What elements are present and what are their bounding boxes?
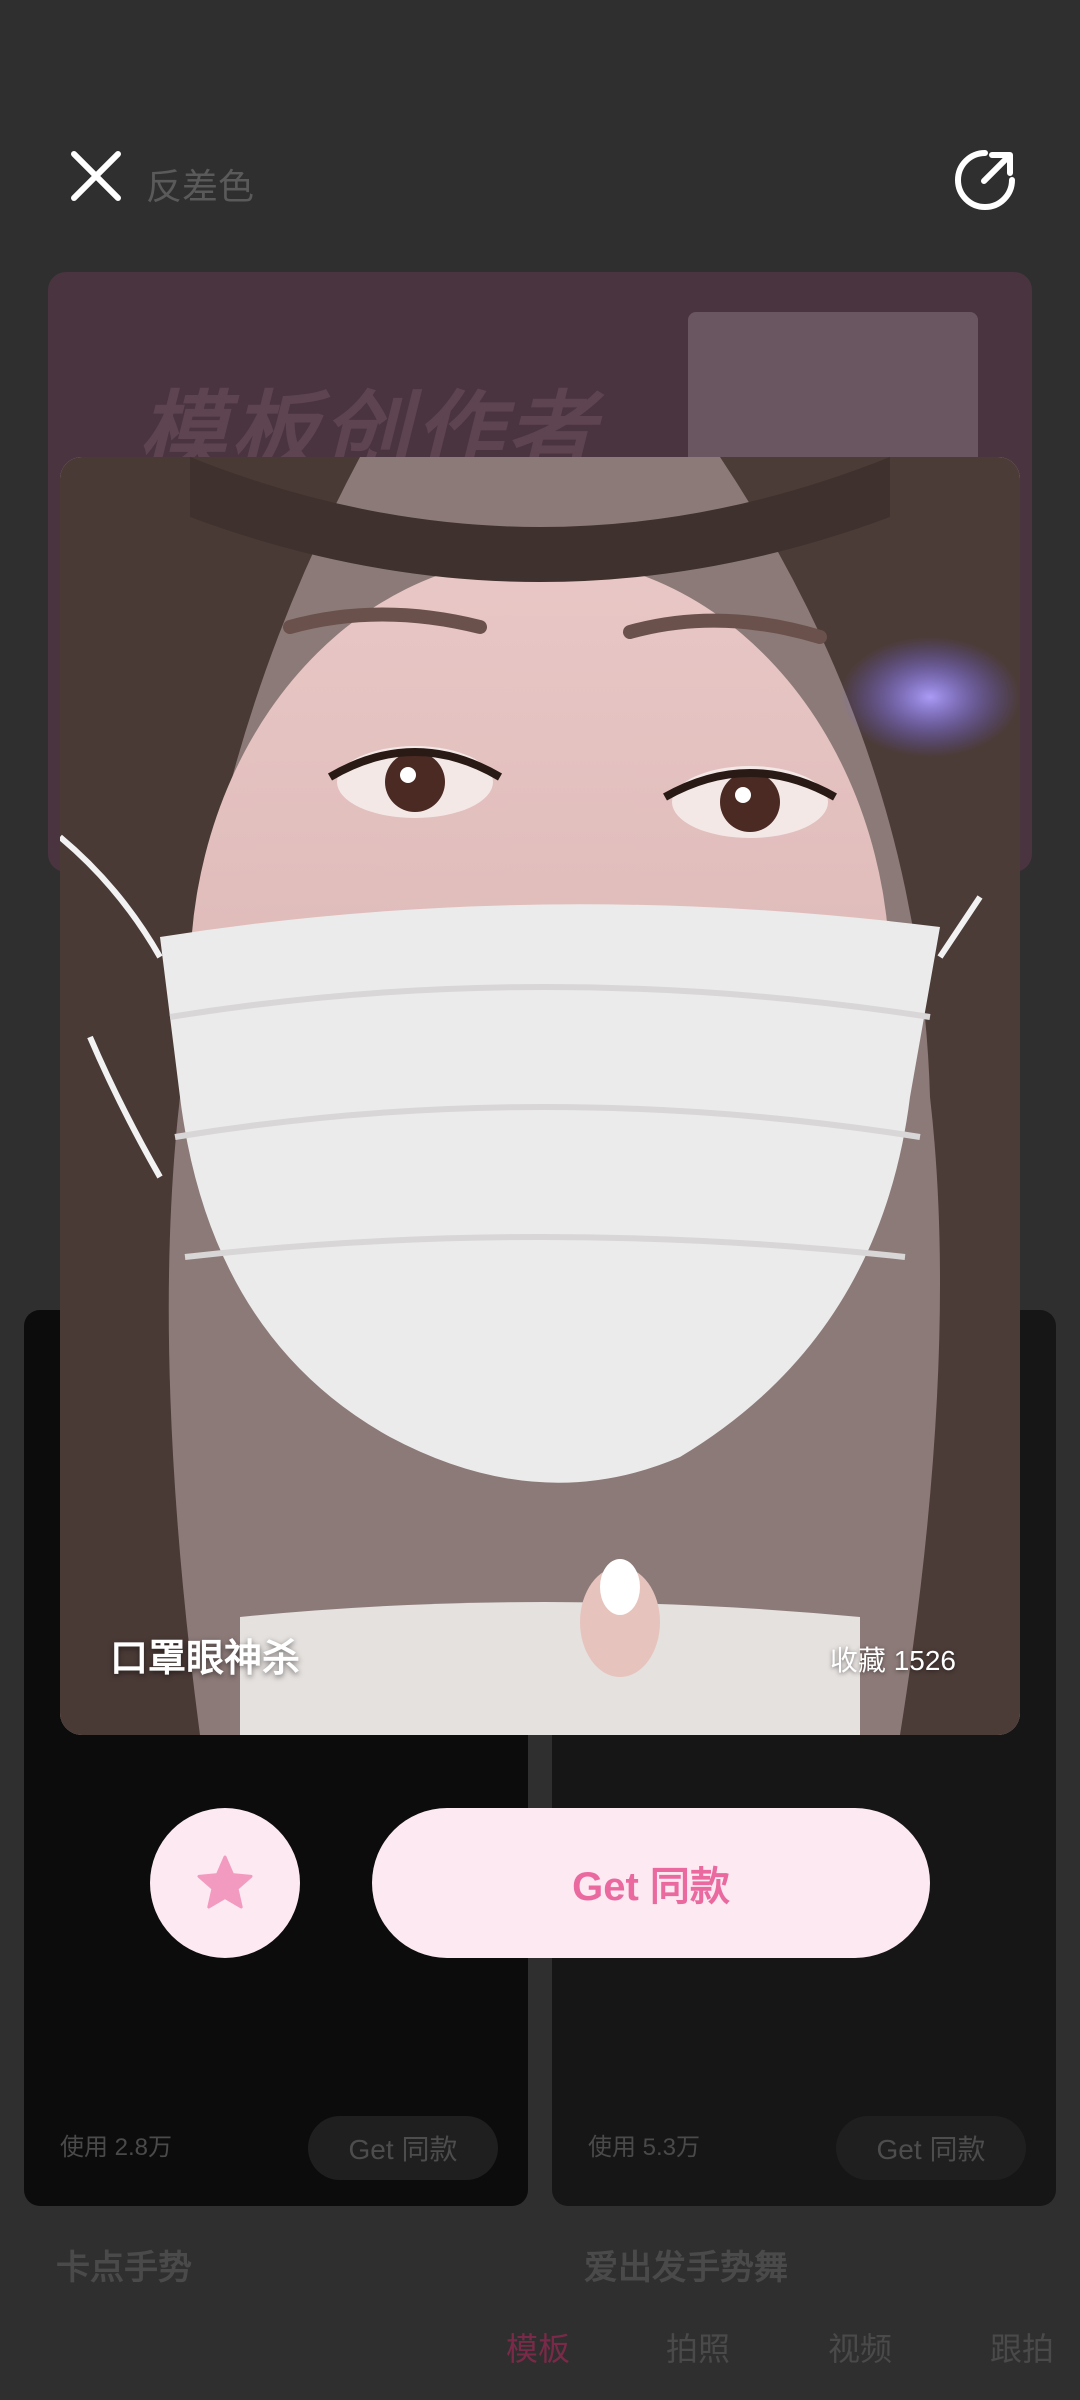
tab-video[interactable]: 视频 <box>828 2324 892 2370</box>
get-same-button[interactable]: Get 同款 <box>372 1808 930 1958</box>
close-icon <box>71 151 121 201</box>
top-bar: 反差色 <box>0 0 1080 260</box>
tab-follow[interactable]: 跟拍 <box>990 2324 1054 2370</box>
card-get-button[interactable]: Get 同款 <box>308 2116 498 2180</box>
page-title: 反差色 <box>146 166 255 207</box>
tab-photo[interactable]: 拍照 <box>666 2324 730 2370</box>
share-icon <box>955 150 1015 210</box>
preview-title: 口罩眼神杀 <box>110 1638 301 1680</box>
bottom-tabs: 模板 拍照 视频 跟拍 <box>0 2310 1080 2390</box>
star-icon <box>197 1855 253 1909</box>
preview-image <box>60 457 1020 1735</box>
tab-template[interactable]: 模板 <box>506 2324 570 2370</box>
favorite-button[interactable] <box>150 1808 300 1958</box>
template-preview[interactable]: 口罩眼神杀 收藏 1526 <box>60 457 1020 1735</box>
card-use-count: 使用 5.3万 <box>588 2134 701 2161</box>
card-title: 爱出发手势舞 <box>584 2249 788 2287</box>
card-title: 卡点手势 <box>56 2249 192 2287</box>
favorite-count: 收藏 1526 <box>829 1645 956 1676</box>
card-get-button[interactable]: Get 同款 <box>836 2116 1026 2180</box>
close-button[interactable] <box>60 140 132 212</box>
card-use-count: 使用 2.8万 <box>60 2134 173 2161</box>
share-button[interactable] <box>950 145 1020 215</box>
